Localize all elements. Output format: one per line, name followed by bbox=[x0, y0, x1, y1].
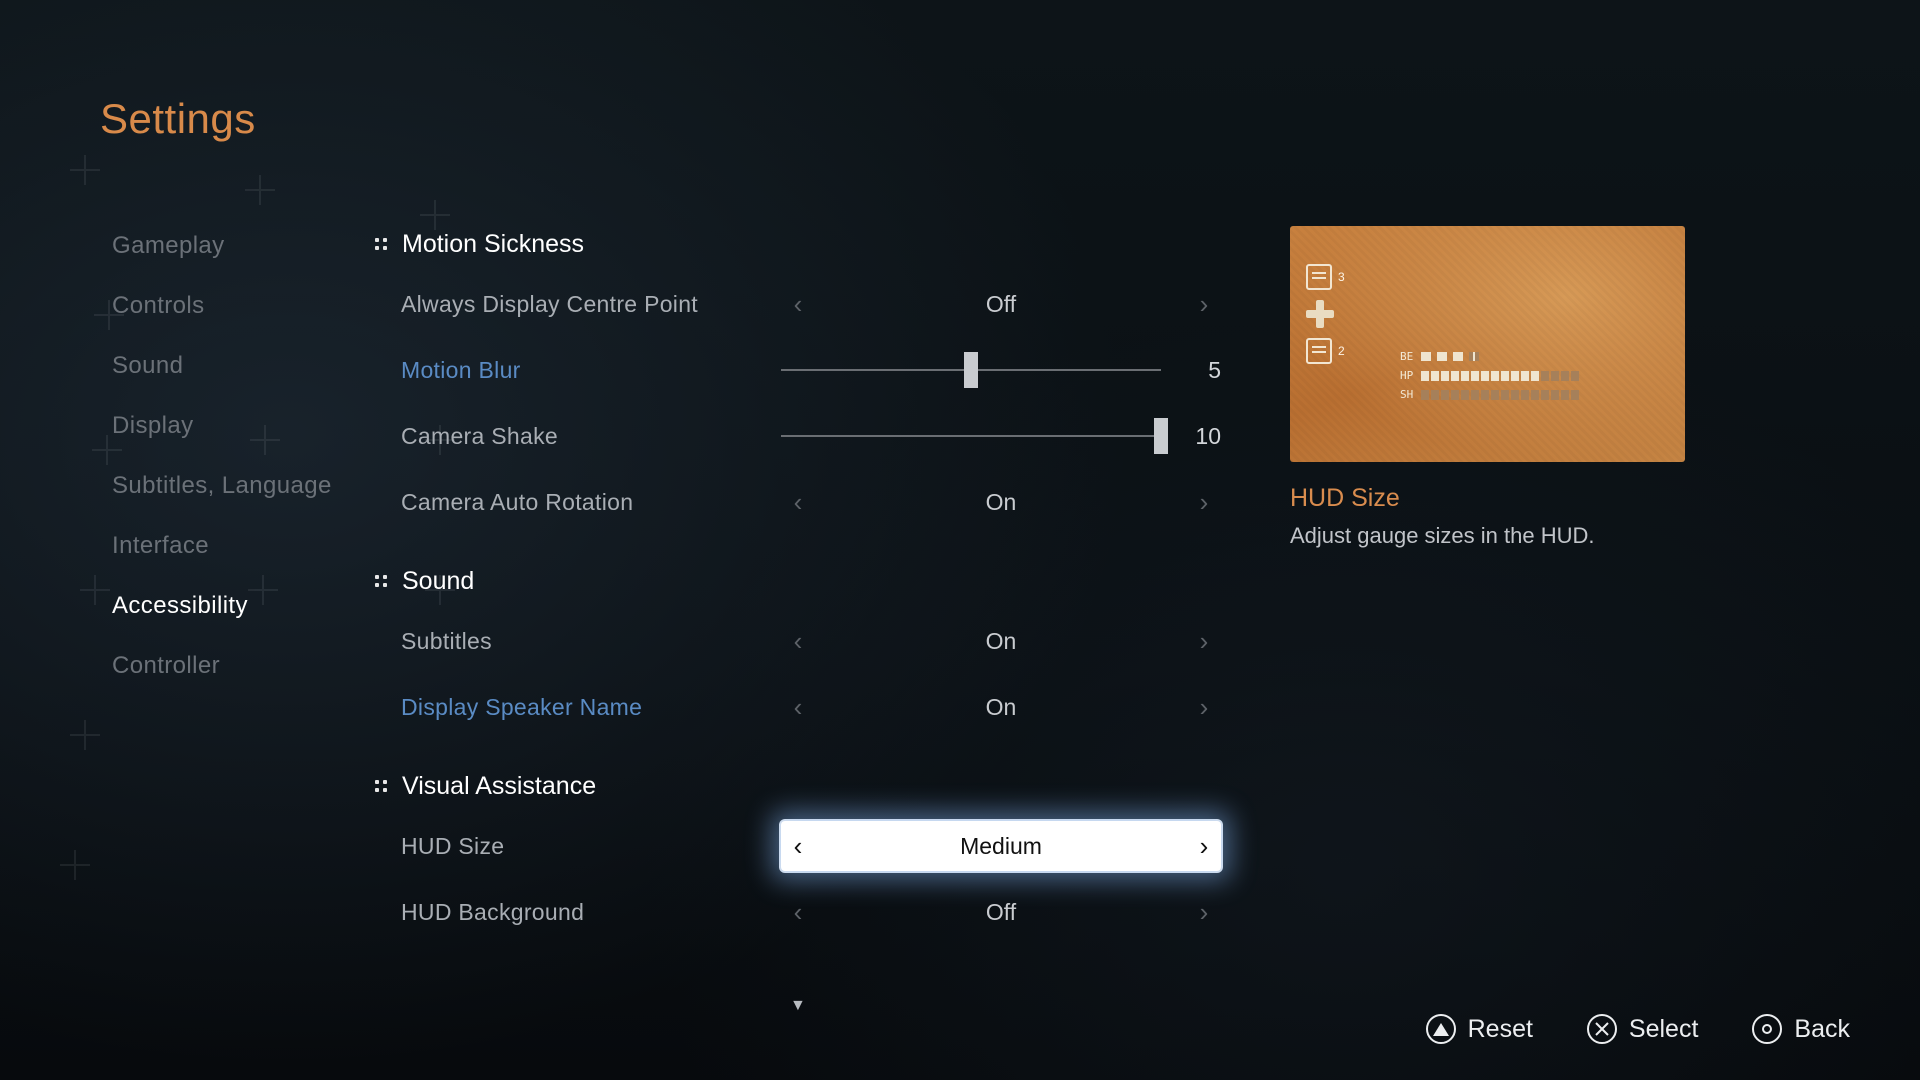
sidebar-item-subtitles[interactable]: Subtitles, Language bbox=[112, 472, 372, 500]
selector-display-speaker-name[interactable]: ‹ On › bbox=[781, 682, 1221, 732]
sidebar-item-controls[interactable]: Controls bbox=[112, 292, 372, 320]
slider-thumb[interactable] bbox=[1154, 418, 1168, 454]
chevron-left-icon[interactable]: ‹ bbox=[781, 626, 815, 657]
selector-value: Off bbox=[815, 899, 1187, 926]
section-dots-icon bbox=[375, 238, 388, 251]
slider-thumb[interactable] bbox=[964, 352, 978, 388]
chevron-right-icon[interactable]: › bbox=[1187, 626, 1221, 657]
triangle-icon bbox=[1426, 1014, 1456, 1044]
detail-panel: 3 2 BE HP SH HUD Size Adjust gauge sizes… bbox=[1290, 226, 1685, 549]
row-motion-blur[interactable]: Motion Blur 5 bbox=[375, 345, 1195, 395]
page-title: Settings bbox=[100, 95, 256, 143]
slider-track[interactable] bbox=[781, 435, 1161, 437]
row-label: Camera Shake bbox=[401, 423, 781, 450]
chevron-left-icon[interactable]: ‹ bbox=[781, 692, 815, 723]
row-subtitles[interactable]: Subtitles ‹ On › bbox=[375, 616, 1195, 666]
section-dots-icon bbox=[375, 780, 388, 793]
reset-label: Reset bbox=[1468, 1015, 1533, 1044]
row-hud-background[interactable]: HUD Background ‹ Off › bbox=[375, 887, 1195, 937]
sidebar-item-sound[interactable]: Sound bbox=[112, 352, 372, 380]
detail-description: Adjust gauge sizes in the HUD. bbox=[1290, 523, 1685, 549]
slider-value: 10 bbox=[1187, 423, 1221, 450]
row-label: Motion Blur bbox=[401, 357, 781, 384]
row-label: Display Speaker Name bbox=[401, 694, 781, 721]
selector-camera-auto-rotation[interactable]: ‹ On › bbox=[781, 477, 1221, 527]
sidebar-item-controller[interactable]: Controller bbox=[112, 652, 372, 680]
sidebar-item-accessibility[interactable]: Accessibility bbox=[112, 592, 372, 620]
row-display-speaker-name[interactable]: Display Speaker Name ‹ On › bbox=[375, 682, 1195, 732]
row-always-centre-point[interactable]: Always Display Centre Point ‹ Off › bbox=[375, 279, 1195, 329]
row-camera-auto-rotation[interactable]: Camera Auto Rotation ‹ On › bbox=[375, 477, 1195, 527]
selector-hud-size[interactable]: ‹ Medium › bbox=[781, 821, 1221, 871]
selector-value: Off bbox=[815, 291, 1187, 318]
back-button[interactable]: Back bbox=[1752, 1014, 1850, 1044]
detail-title: HUD Size bbox=[1290, 484, 1685, 513]
selector-value: On bbox=[815, 489, 1187, 516]
section-header-motion-sickness: Motion Sickness bbox=[375, 230, 1195, 259]
selector-always-centre-point[interactable]: ‹ Off › bbox=[781, 279, 1221, 329]
hud-preview-count-bottom: 2 bbox=[1338, 344, 1345, 358]
chevron-left-icon[interactable]: ‹ bbox=[781, 487, 815, 518]
row-label: Always Display Centre Point bbox=[401, 291, 781, 318]
row-label: HUD Background bbox=[401, 899, 781, 926]
back-label: Back bbox=[1794, 1015, 1850, 1044]
circle-icon bbox=[1752, 1014, 1782, 1044]
settings-sidebar: Gameplay Controls Sound Display Subtitle… bbox=[112, 232, 372, 680]
row-label: HUD Size bbox=[401, 833, 781, 860]
sidebar-item-gameplay[interactable]: Gameplay bbox=[112, 232, 372, 260]
chevron-right-icon[interactable]: › bbox=[1187, 289, 1221, 320]
section-title: Sound bbox=[402, 567, 474, 596]
sidebar-item-interface[interactable]: Interface bbox=[112, 532, 372, 560]
chevron-right-icon[interactable]: › bbox=[1187, 897, 1221, 928]
row-label: Camera Auto Rotation bbox=[401, 489, 781, 516]
select-label: Select bbox=[1629, 1015, 1698, 1044]
section-title: Visual Assistance bbox=[402, 772, 596, 801]
section-header-sound: Sound bbox=[375, 567, 1195, 596]
chevron-right-icon[interactable]: › bbox=[1187, 692, 1221, 723]
hud-preview-image: 3 2 BE HP SH bbox=[1290, 226, 1685, 462]
row-hud-size[interactable]: HUD Size ‹ Medium › bbox=[375, 821, 1195, 871]
chevron-right-icon[interactable]: › bbox=[1187, 831, 1221, 862]
slider-camera-shake[interactable]: 10 bbox=[781, 423, 1221, 450]
selector-value: Medium bbox=[815, 833, 1187, 860]
section-dots-icon bbox=[375, 575, 388, 588]
scroll-down-icon[interactable]: ▼ bbox=[790, 997, 806, 1015]
chevron-left-icon[interactable]: ‹ bbox=[781, 831, 815, 862]
row-label: Subtitles bbox=[401, 628, 781, 655]
reset-button[interactable]: Reset bbox=[1426, 1014, 1533, 1044]
slider-track[interactable] bbox=[781, 369, 1161, 371]
chevron-right-icon[interactable]: › bbox=[1187, 487, 1221, 518]
sidebar-item-display[interactable]: Display bbox=[112, 412, 372, 440]
chevron-left-icon[interactable]: ‹ bbox=[781, 289, 815, 320]
cross-icon bbox=[1587, 1014, 1617, 1044]
selector-value: On bbox=[815, 628, 1187, 655]
selector-subtitles[interactable]: ‹ On › bbox=[781, 616, 1221, 666]
hud-preview-count-top: 3 bbox=[1338, 270, 1345, 284]
row-camera-shake[interactable]: Camera Shake 10 bbox=[375, 411, 1195, 461]
chevron-left-icon[interactable]: ‹ bbox=[781, 897, 815, 928]
selector-value: On bbox=[815, 694, 1187, 721]
settings-main: Motion Sickness Always Display Centre Po… bbox=[375, 230, 1195, 937]
section-title: Motion Sickness bbox=[402, 230, 584, 259]
selector-hud-background[interactable]: ‹ Off › bbox=[781, 887, 1221, 937]
slider-value: 5 bbox=[1187, 357, 1221, 384]
slider-motion-blur[interactable]: 5 bbox=[781, 357, 1221, 384]
footer-actions: Reset Select Back bbox=[1426, 1014, 1850, 1044]
select-button[interactable]: Select bbox=[1587, 1014, 1698, 1044]
section-header-visual-assistance: Visual Assistance bbox=[375, 772, 1195, 801]
